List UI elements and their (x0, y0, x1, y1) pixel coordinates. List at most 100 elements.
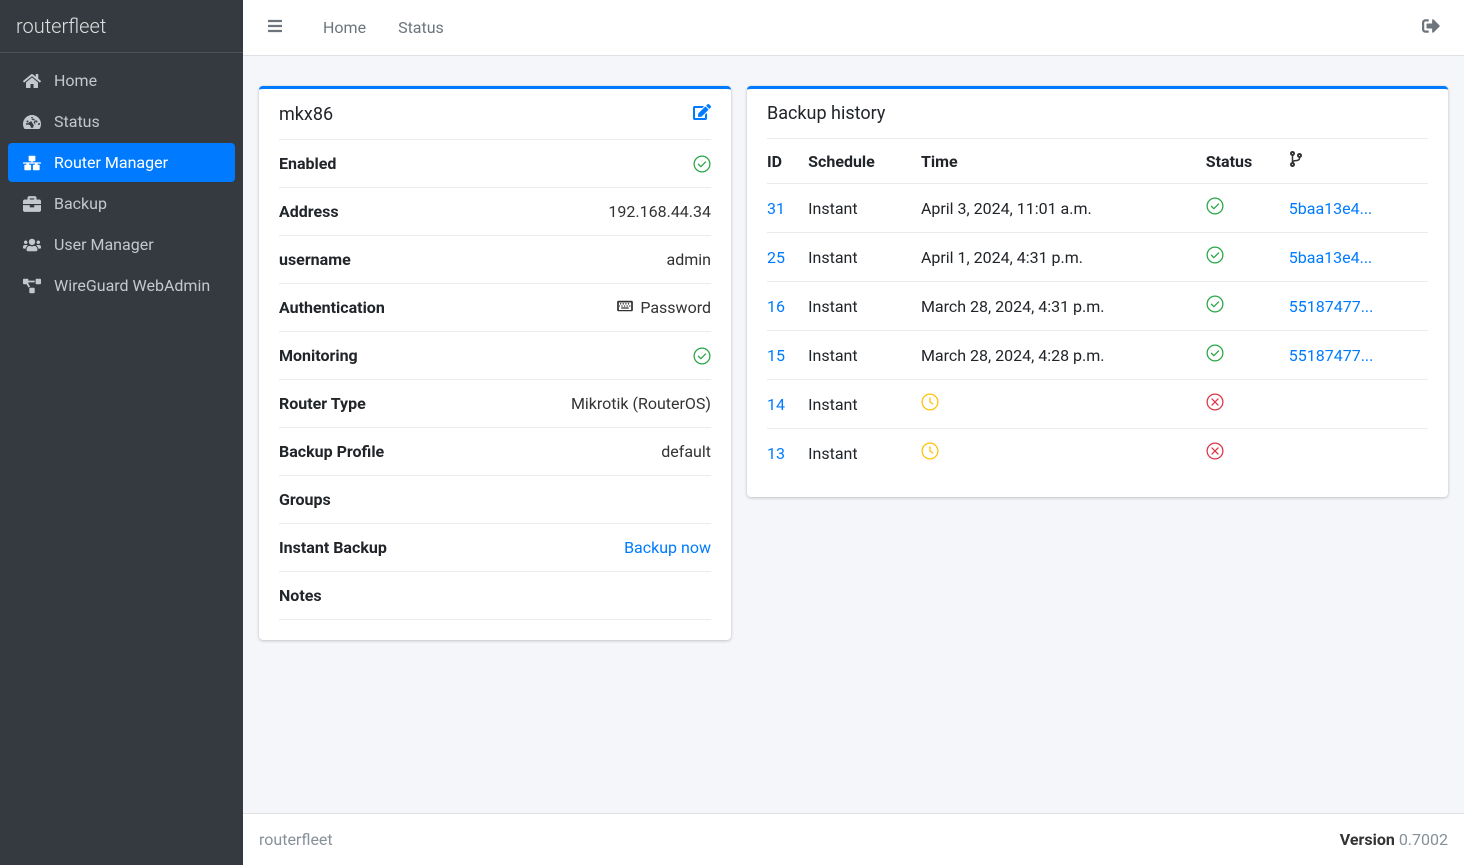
logout-icon[interactable] (1414, 9, 1448, 47)
hamburger-icon[interactable] (259, 10, 291, 46)
cell-schedule: Instant (808, 331, 921, 380)
cell-time: March 28, 2024, 4:28 p.m. (921, 331, 1206, 380)
username-value: admin (667, 250, 711, 269)
auth-label: Authentication (279, 298, 385, 317)
hash-link[interactable]: 5baa13e4... (1289, 248, 1373, 267)
sidebar-item-router-manager[interactable]: Router Manager (8, 143, 235, 182)
enabled-label: Enabled (279, 154, 336, 173)
table-row: 31 Instant April 3, 2024, 11:01 a.m. 5ba… (767, 184, 1428, 233)
edit-icon[interactable] (693, 103, 711, 125)
auth-value: Password (640, 298, 711, 317)
id-link[interactable]: 31 (767, 199, 785, 218)
home-icon (20, 72, 44, 90)
history-title: Backup history (767, 103, 885, 124)
sidebar: routerfleet Home Status Router Manager B… (0, 0, 243, 865)
notes-label: Notes (279, 586, 322, 605)
router-name: mkx86 (279, 104, 333, 125)
id-link[interactable]: 14 (767, 395, 785, 414)
cell-schedule: Instant (808, 380, 921, 429)
topnav-home[interactable]: Home (307, 10, 382, 45)
check-circle-icon (1206, 197, 1224, 215)
backup-now-link[interactable]: Backup now (624, 538, 711, 557)
sidebar-item-home[interactable]: Home (8, 61, 235, 100)
routertype-value: Mikrotik (RouterOS) (571, 394, 711, 413)
times-circle-icon (1206, 393, 1224, 411)
hash-link[interactable]: 55187477... (1289, 346, 1374, 365)
th-status: Status (1206, 139, 1289, 184)
sidebar-item-label: Backup (54, 194, 107, 213)
sidebar-item-backup[interactable]: Backup (8, 184, 235, 223)
history-table: ID Schedule Time Status 31 Instant April… (767, 138, 1428, 477)
th-schedule: Schedule (808, 139, 921, 184)
groups-label: Groups (279, 490, 331, 509)
row-username: username admin (279, 235, 711, 283)
sidebar-item-user-manager[interactable]: User Manager (8, 225, 235, 264)
table-row: 16 Instant March 28, 2024, 4:31 p.m. 551… (767, 282, 1428, 331)
profile-label: Backup Profile (279, 442, 384, 461)
hash-link[interactable]: 5baa13e4... (1289, 199, 1373, 218)
footer: routerfleet Version 0.7002 (243, 813, 1464, 865)
sidebar-item-label: Router Manager (54, 153, 168, 172)
row-instant-backup: Instant Backup Backup now (279, 523, 711, 571)
footer-version: Version 0.7002 (1340, 830, 1448, 849)
address-label: Address (279, 202, 339, 221)
git-branch-icon (1289, 152, 1303, 171)
clock-icon (921, 442, 939, 460)
hash-link[interactable]: 55187477... (1289, 297, 1374, 316)
table-row: 25 Instant April 1, 2024, 4:31 p.m. 5baa… (767, 233, 1428, 282)
username-label: username (279, 250, 351, 269)
times-circle-icon (1206, 442, 1224, 460)
monitoring-label: Monitoring (279, 346, 358, 365)
cell-time: April 3, 2024, 11:01 a.m. (921, 184, 1206, 233)
cell-time: March 28, 2024, 4:31 p.m. (921, 282, 1206, 331)
id-link[interactable]: 16 (767, 297, 785, 316)
keyboard-icon (616, 298, 634, 317)
sidebar-item-label: User Manager (54, 235, 154, 254)
content: mkx86 Enabled Address 192.168.44.34 user… (243, 56, 1464, 813)
row-address: Address 192.168.44.34 (279, 187, 711, 235)
network-icon (20, 154, 44, 172)
sidebar-item-label: Home (54, 71, 97, 90)
table-row: 14 Instant (767, 380, 1428, 429)
sidebar-item-label: Status (54, 112, 100, 131)
check-circle-icon (693, 347, 711, 365)
cell-schedule: Instant (808, 282, 921, 331)
tachometer-icon (20, 113, 44, 131)
row-monitoring: Monitoring (279, 331, 711, 379)
id-link[interactable]: 13 (767, 444, 785, 463)
row-groups: Groups (279, 475, 711, 523)
instant-label: Instant Backup (279, 538, 387, 557)
th-time: Time (921, 139, 1206, 184)
check-circle-icon (1206, 246, 1224, 264)
id-link[interactable]: 15 (767, 346, 785, 365)
cell-schedule: Instant (808, 429, 921, 478)
check-circle-icon (1206, 344, 1224, 362)
check-circle-icon (693, 155, 711, 173)
backup-history-card: Backup history ID Schedule Time Status (747, 86, 1448, 497)
sidebar-item-status[interactable]: Status (8, 102, 235, 141)
users-icon (20, 236, 44, 254)
topnav: Home Status (307, 10, 460, 45)
row-notes: Notes (279, 571, 711, 620)
row-enabled: Enabled (279, 139, 711, 187)
th-id: ID (767, 139, 808, 184)
table-row: 15 Instant March 28, 2024, 4:28 p.m. 551… (767, 331, 1428, 380)
id-link[interactable]: 25 (767, 248, 785, 267)
router-details-card: mkx86 Enabled Address 192.168.44.34 user… (259, 86, 731, 640)
row-router-type: Router Type Mikrotik (RouterOS) (279, 379, 711, 427)
sidebar-item-label: WireGuard WebAdmin (54, 276, 210, 295)
routertype-label: Router Type (279, 394, 366, 413)
brand[interactable]: routerfleet (0, 0, 243, 53)
profile-value: default (661, 442, 711, 461)
project-diagram-icon (20, 277, 44, 295)
topnav-status[interactable]: Status (382, 10, 460, 45)
sidebar-nav: Home Status Router Manager Backup User M… (0, 53, 243, 315)
clock-icon (921, 393, 939, 411)
table-row: 13 Instant (767, 429, 1428, 478)
check-circle-icon (1206, 295, 1224, 313)
briefcase-icon (20, 195, 44, 213)
row-authentication: Authentication Password (279, 283, 711, 331)
cell-time: April 1, 2024, 4:31 p.m. (921, 233, 1206, 282)
address-value: 192.168.44.34 (608, 202, 711, 221)
sidebar-item-wireguard[interactable]: WireGuard WebAdmin (8, 266, 235, 305)
